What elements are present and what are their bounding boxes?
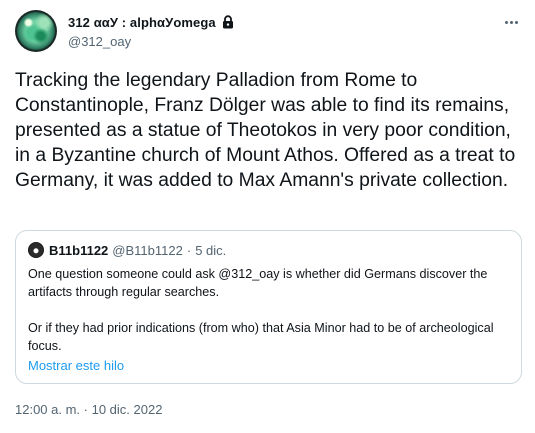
quoted-author-name: B11b1122 — [49, 242, 109, 258]
author-name-row: 312 ααУ : alphαУomega — [68, 13, 234, 31]
quoted-tweet-text: One question someone could ask @312_oay … — [28, 265, 518, 373]
tweet-text: Tracking the legendary Palladion from Ro… — [15, 70, 521, 191]
quoted-date: 5 dic. — [195, 242, 227, 258]
more-options-icon[interactable] — [501, 12, 521, 32]
tweet-timestamp[interactable]: 12:00 a. m. · 10 dic. 2022 — [15, 402, 162, 417]
tweet: 312 ααУ : alphαУomega @312_oay Tracking … — [0, 0, 535, 433]
more-dot — [509, 20, 513, 24]
quoted-tweet[interactable]: B11b1122 @B11b1122 · 5 dic. One question… — [15, 230, 522, 384]
more-dot — [514, 20, 518, 24]
author-avatar[interactable] — [15, 10, 57, 52]
lock-icon — [222, 15, 233, 29]
quoted-separator: · — [186, 242, 192, 258]
quoted-paragraph: One question someone could ask @312_oay … — [28, 267, 488, 299]
show-thread-link[interactable]: Mostrar este hilo — [28, 358, 124, 373]
quoted-tweet-header: B11b1122 @B11b1122 · 5 dic. — [28, 242, 226, 258]
author-handle[interactable]: @312_oay — [68, 34, 131, 49]
quoted-author-handle: @B11b1122 — [112, 242, 183, 258]
quoted-author-avatar — [28, 242, 44, 258]
author-display-name[interactable]: 312 ααУ : alphαУomega — [68, 15, 216, 30]
quoted-paragraph: Or if they had prior indications (from w… — [28, 321, 494, 353]
more-dot — [504, 20, 508, 24]
